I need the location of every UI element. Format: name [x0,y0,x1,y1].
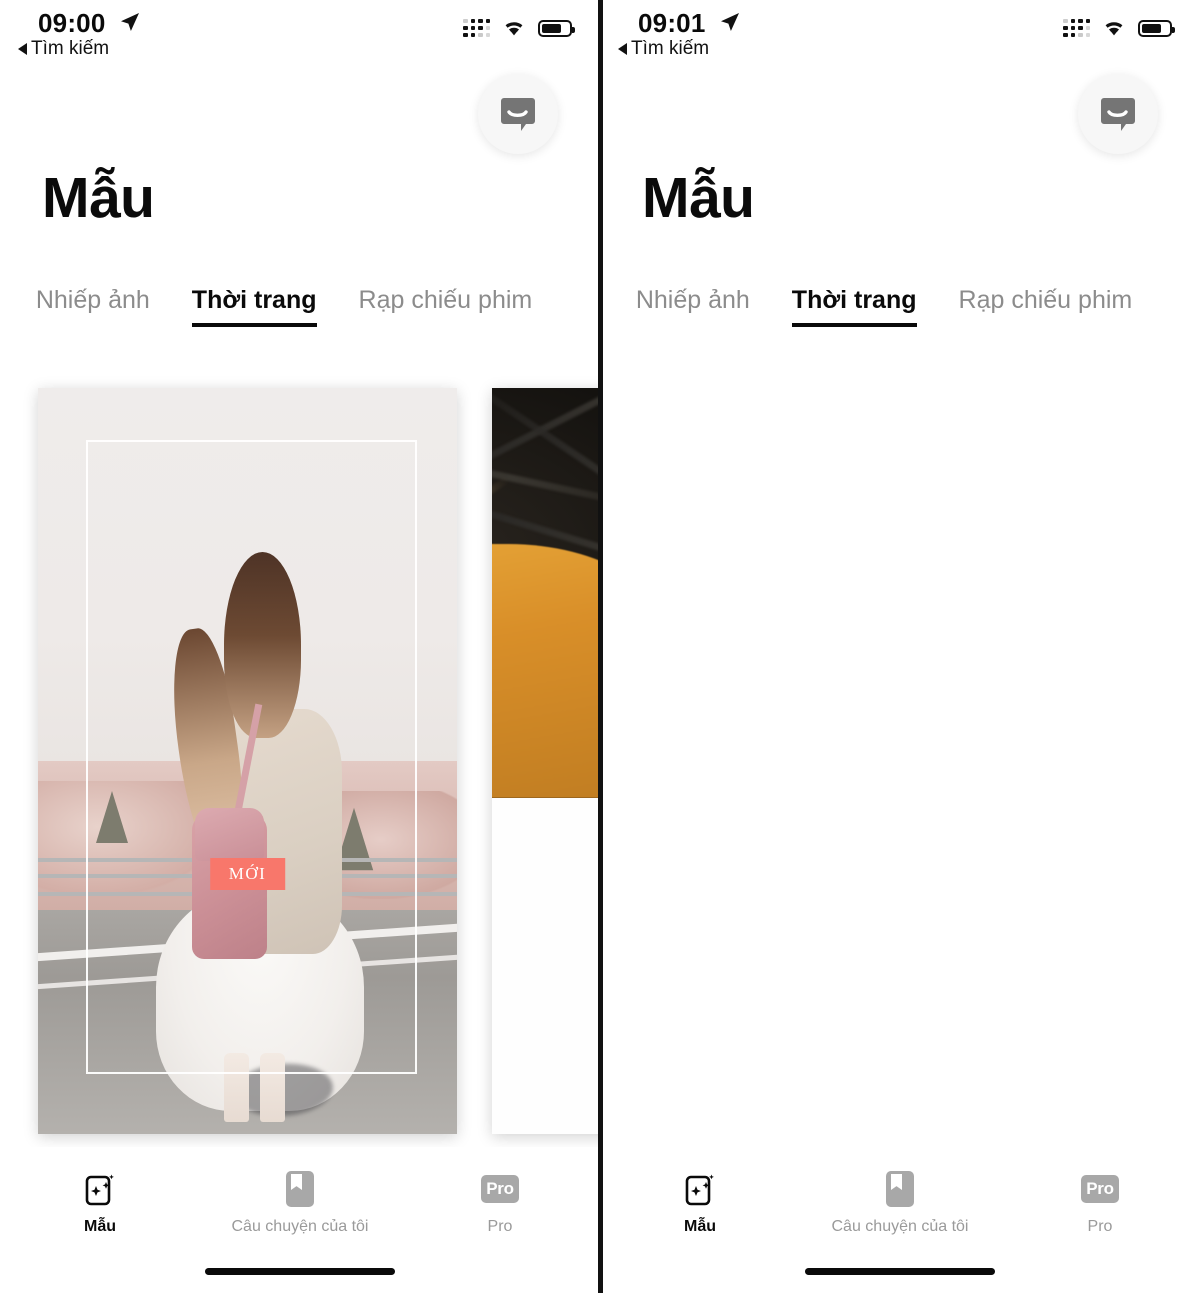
chat-support-button[interactable] [478,74,558,154]
tabbar-item-cau-chuyen[interactable]: Câu chuyện của tôi [800,1169,1000,1236]
pro-badge-icon: Pro [1081,1169,1119,1209]
tabbar-item-pro[interactable]: Pro Pro [400,1169,600,1236]
tabbar-label-cau-chuyen: Câu chuyện của tôi [831,1218,969,1235]
template-inner-frame [86,440,417,1074]
category-tabs: ểu Nhiếp ảnh Thời trang Rạp chiếu phim [600,286,1200,327]
status-bar-indicators [1063,18,1175,38]
chat-bubble-smile-icon [1101,98,1135,131]
tabbar-label-mau: Mẫu [684,1218,716,1235]
back-triangle-icon [618,43,627,55]
bottom-tab-bar: Mẫu Câu chuyện của tôi Pro Pro [600,1147,1200,1293]
template-card-next-preview[interactable] [492,388,600,1134]
tab-thoi-trang[interactable]: Thời trang [191,286,317,327]
back-label: Tìm kiếm [31,38,110,59]
tabbar-label-pro: Pro [1087,1218,1113,1235]
template-carousel[interactable]: MỚI [0,388,600,1136]
bookmark-icon [881,1169,919,1209]
templates-sparkle-icon [81,1169,119,1209]
tabbar-item-mau[interactable]: Mẫu [600,1169,800,1236]
tab-rap-chieu-phim[interactable]: Rạp chiếu phim [959,286,1133,327]
tabbar-label-mau: Mẫu [84,1218,116,1235]
tabbar-item-pro[interactable]: Pro Pro [1000,1169,1200,1236]
cellular-signal-icon [1063,18,1090,38]
back-to-search-button[interactable]: Tìm kiếm [18,38,109,60]
template-card-fashion-street[interactable]: MỚI [38,388,457,1134]
tabbar-item-mau[interactable]: Mẫu [0,1169,200,1236]
tab-rap-chieu-phim[interactable]: Rạp chiếu phim [359,286,533,327]
templates-sparkle-icon [681,1169,719,1209]
home-indicator [205,1268,395,1275]
tabbar-label-pro: Pro [487,1218,513,1235]
wifi-icon [505,22,523,36]
status-badge-new: MỚI [209,857,286,890]
template-photo-preview [492,388,600,799]
battery-icon [1138,19,1175,37]
status-bar-indicators [463,18,575,38]
back-triangle-icon [18,43,27,55]
phone-screen-left: 09:00 Tìm kiếm Mẫu Nhiếp ảnh Thời trang … [0,0,600,1293]
tabbar-label-cau-chuyen: Câu chuyện của tôi [231,1218,369,1235]
panel-divider [598,0,603,1293]
bottom-tab-bar: Mẫu Câu chuyện của tôi Pro Pro [0,1147,600,1293]
status-bar-time: 09:01 [638,8,706,38]
home-indicator [805,1268,995,1275]
chat-bubble-smile-icon [501,98,535,131]
page-title: Mẫu [642,166,755,230]
category-tabs: ểu Nhiếp ảnh Thời trang Rạp chiếu phim [0,286,600,327]
back-to-search-button[interactable]: Tìm kiếm [618,38,709,60]
tab-nhiep-anh[interactable]: Nhiếp ảnh [36,286,150,327]
dual-screenshot-container: 09:00 Tìm kiếm Mẫu Nhiếp ảnh Thời trang … [0,0,1200,1293]
battery-icon [538,19,575,37]
phone-screen-right: 09:01 Tìm kiếm Mẫu Nhiếp ảnh Thời trang … [600,0,1200,1293]
status-bar-time: 09:00 [38,8,106,38]
tab-nhiep-anh[interactable]: Nhiếp ảnh [636,286,750,327]
status-bar: 09:01 Tìm kiếm [600,0,1200,62]
pro-badge-icon: Pro [481,1169,519,1209]
page-title: Mẫu [42,166,155,230]
template-carousel[interactable]: NEW COLLECTION Jumpers & Cardigans SWIPE… [600,388,1200,1136]
cellular-signal-icon [463,18,490,38]
chat-support-button[interactable] [1078,74,1158,154]
bookmark-icon [281,1169,319,1209]
status-bar: 09:00 Tìm kiếm [0,0,600,62]
back-label: Tìm kiếm [631,38,710,59]
tabbar-item-cau-chuyen[interactable]: Câu chuyện của tôi [200,1169,400,1236]
tab-thoi-trang[interactable]: Thời trang [791,286,917,327]
location-arrow-icon [120,12,140,32]
wifi-icon [1105,22,1123,36]
location-arrow-icon [720,12,740,32]
